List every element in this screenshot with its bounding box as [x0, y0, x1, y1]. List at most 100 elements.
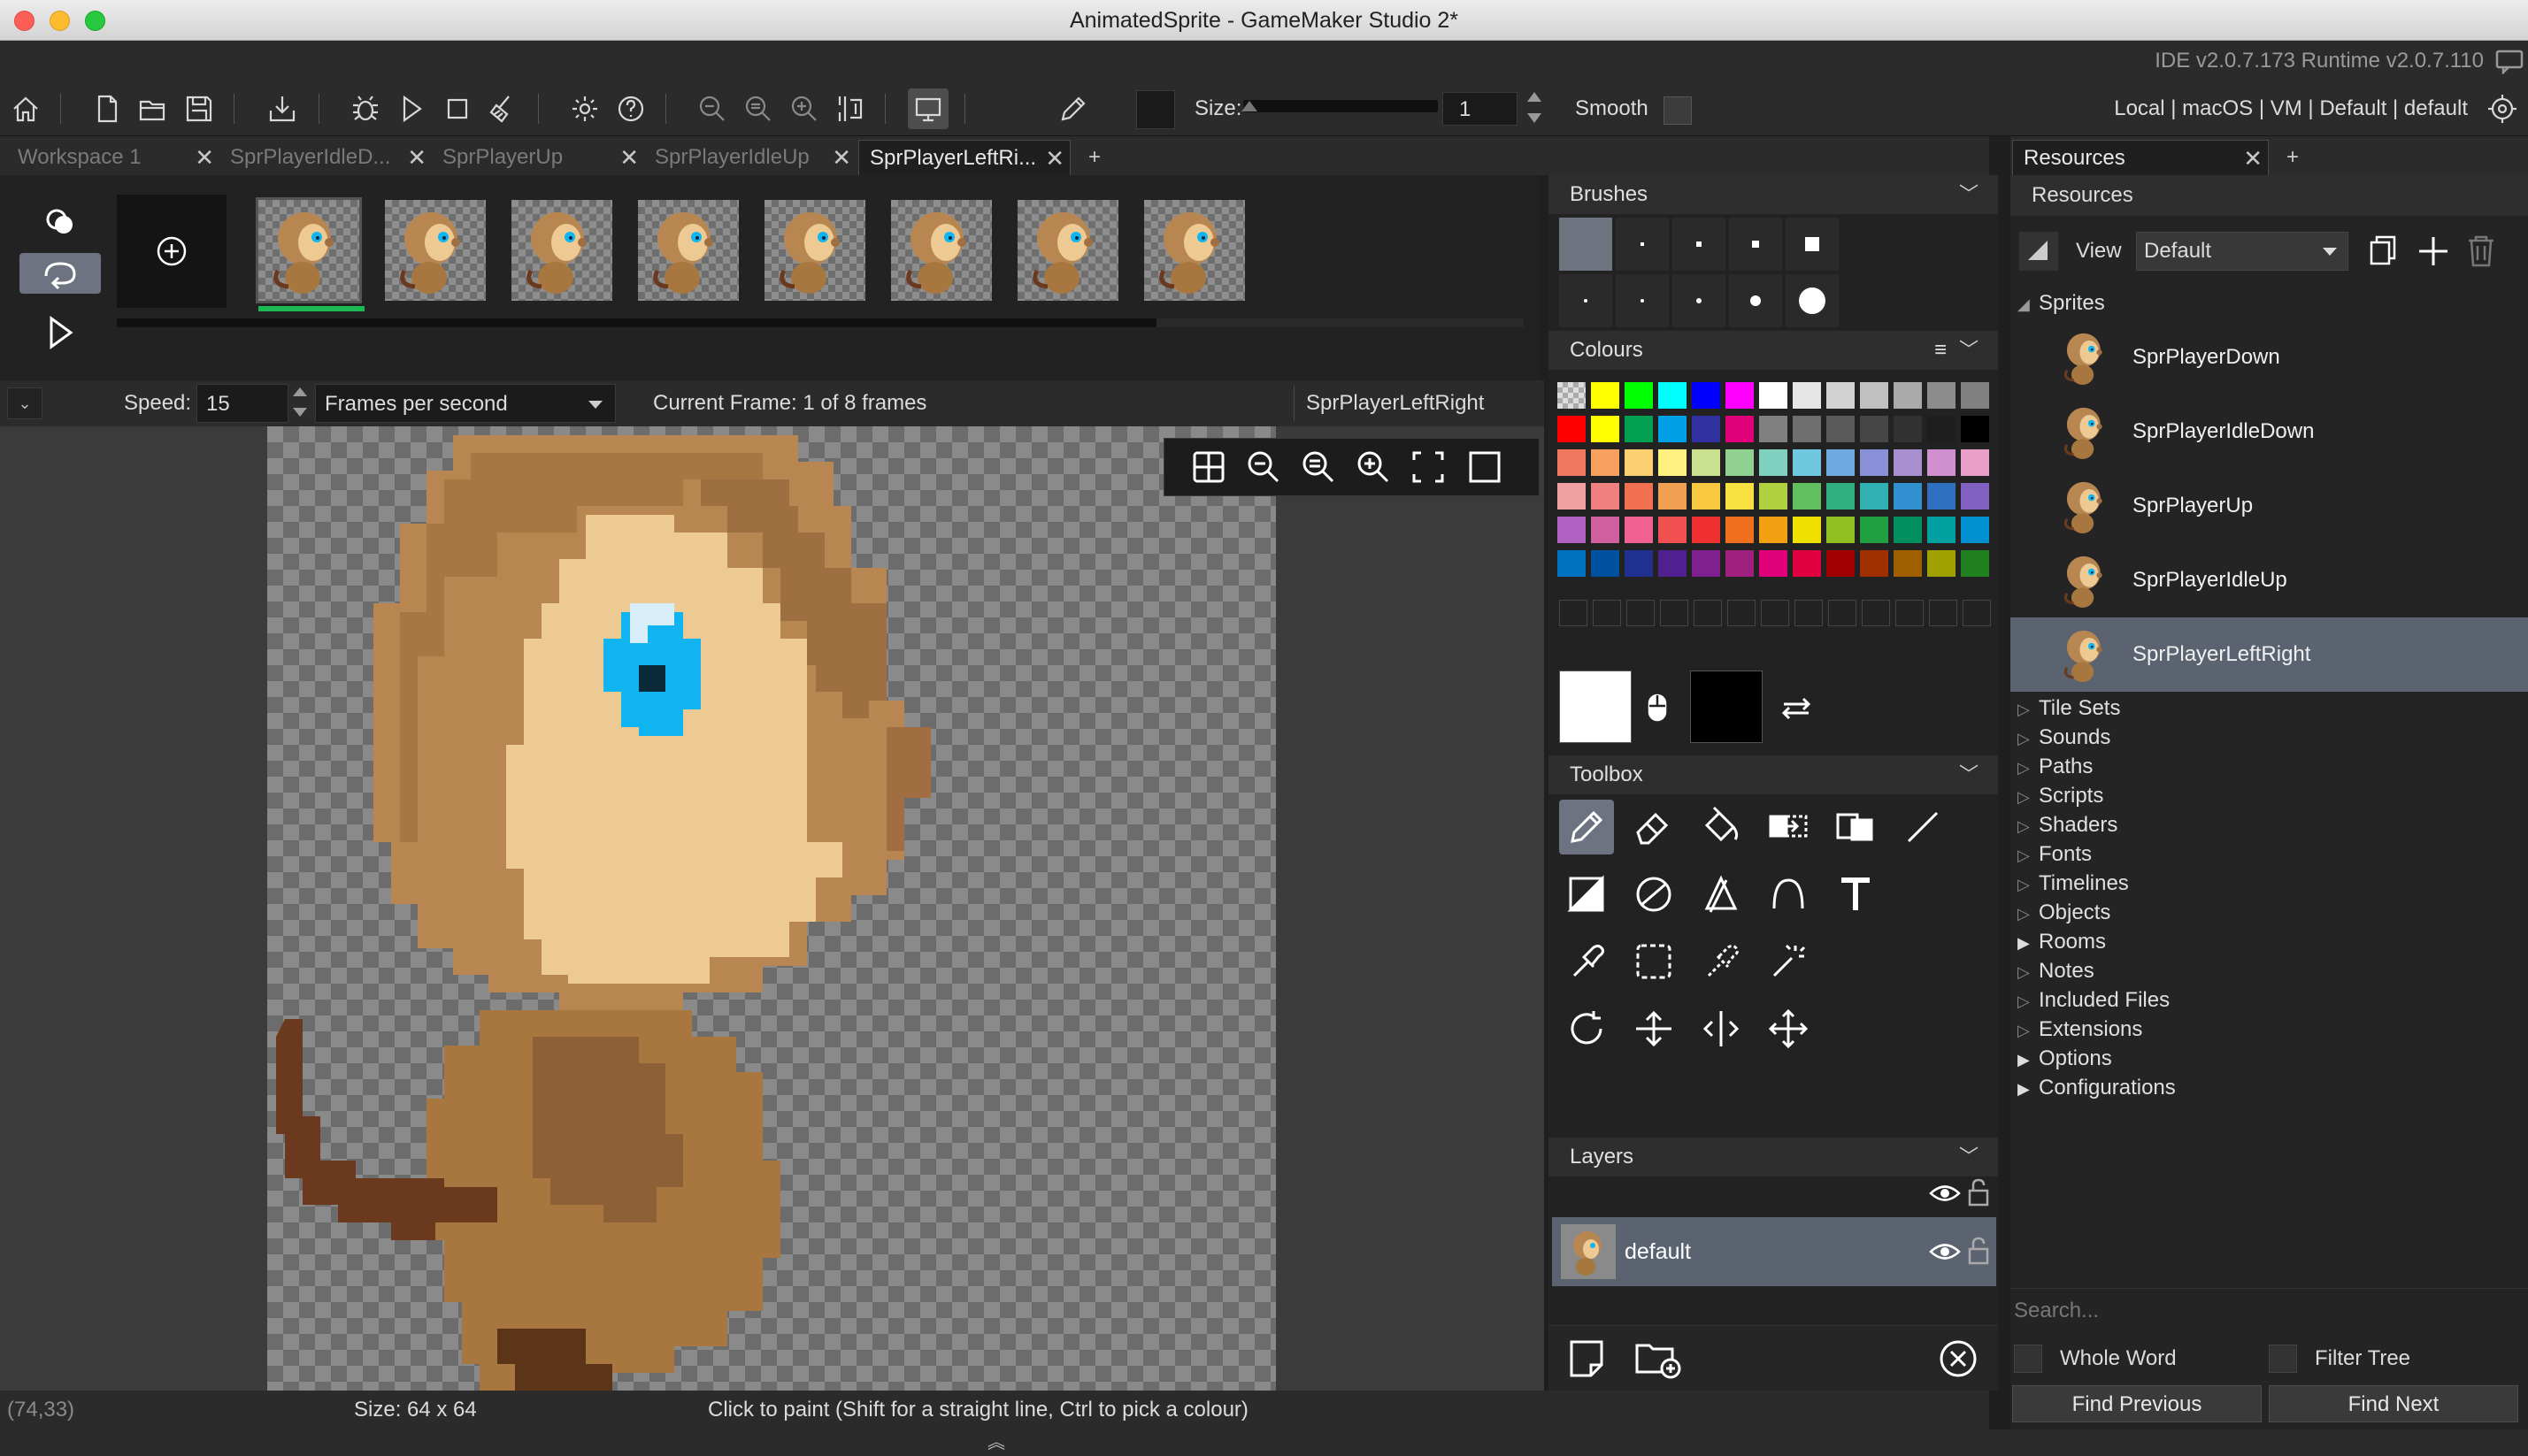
- colour-swatch[interactable]: [1625, 449, 1653, 476]
- colour-swatch[interactable]: [1927, 416, 1956, 442]
- resource-group-paths[interactable]: ▷ Paths: [2017, 752, 2093, 781]
- smooth-checkbox[interactable]: [1664, 96, 1692, 125]
- frame-thumbnail[interactable]: [1018, 200, 1118, 301]
- colour-swatch[interactable]: [1557, 416, 1586, 442]
- empty-colour-slot[interactable]: [1794, 600, 1823, 626]
- visibility-all-icon[interactable]: [1929, 1180, 1961, 1207]
- colour-swatch[interactable]: [1927, 550, 1956, 577]
- colour-swatch[interactable]: [1658, 382, 1687, 409]
- colour-swatch[interactable]: [1793, 517, 1821, 543]
- collapse-tree-icon[interactable]: [2019, 232, 2058, 271]
- add-tab-button[interactable]: +: [1078, 140, 1113, 175]
- size-input[interactable]: 1: [1442, 92, 1518, 126]
- output-panel-toggle[interactable]: ︽: [0, 1429, 2528, 1456]
- colour-swatch[interactable]: [1793, 483, 1821, 510]
- ellipse-icon[interactable]: [1626, 867, 1681, 922]
- chevron-down-icon[interactable]: ﹀: [1959, 755, 1979, 794]
- close-tab-icon[interactable]: ✕: [407, 140, 426, 175]
- frame-thumbnail[interactable]: [638, 200, 739, 301]
- colour-swatch[interactable]: [1725, 550, 1754, 577]
- copy-resource-icon[interactable]: [2366, 234, 2401, 269]
- add-tab-button[interactable]: +: [2276, 140, 2311, 175]
- colour-swatch[interactable]: [1793, 416, 1821, 442]
- colour-swatch[interactable]: [1658, 416, 1687, 442]
- resource-group-options[interactable]: ▶ Options: [2017, 1044, 2112, 1073]
- colour-swatch[interactable]: [1961, 483, 1989, 510]
- tab-sprplayeridledown[interactable]: SprPlayerIdleD... ✕: [219, 140, 432, 175]
- zoom-reset-icon[interactable]: [738, 88, 779, 129]
- empty-colour-slot[interactable]: [1559, 600, 1587, 626]
- fit-view-icon[interactable]: [830, 88, 871, 129]
- colour-swatch[interactable]: [1591, 550, 1619, 577]
- colour-swatch[interactable]: [1894, 517, 1922, 543]
- brush-option[interactable]: [1729, 218, 1782, 271]
- colour-swatch[interactable]: [1927, 517, 1956, 543]
- chat-icon[interactable]: [2494, 48, 2524, 76]
- empty-colour-slot[interactable]: [1593, 600, 1621, 626]
- size-slider[interactable]: [1241, 100, 1438, 112]
- empty-colour-slot[interactable]: [1694, 600, 1722, 626]
- debug-icon[interactable]: [345, 88, 386, 129]
- target-settings-icon[interactable]: [2482, 88, 2523, 129]
- move-icon[interactable]: [1761, 1001, 1816, 1056]
- brush-option[interactable]: [1616, 274, 1669, 327]
- polygon-icon[interactable]: [1694, 867, 1748, 922]
- colour-swatch[interactable]: [1625, 416, 1653, 442]
- open-project-icon[interactable]: [133, 88, 173, 129]
- select-move-icon[interactable]: [1761, 800, 1816, 854]
- speed-unit-select[interactable]: Frames per second: [315, 384, 616, 423]
- colour-swatch[interactable]: [1894, 382, 1922, 409]
- colour-swatch[interactable]: [1625, 483, 1653, 510]
- colours-panel-header[interactable]: Colours ≡ ﹀: [1548, 331, 1998, 370]
- colour-swatch[interactable]: [1860, 416, 1888, 442]
- colour-swatch[interactable]: [1894, 449, 1922, 476]
- zoom-reset-icon[interactable]: [1299, 448, 1338, 487]
- frame-thumbnail[interactable]: [1144, 200, 1245, 301]
- colour-swatch[interactable]: [1826, 483, 1855, 510]
- colour-swatch[interactable]: [1692, 483, 1720, 510]
- loop-icon[interactable]: [19, 253, 101, 294]
- empty-colour-slot[interactable]: [1828, 600, 1856, 626]
- resource-group-shaders[interactable]: ▷ Shaders: [2017, 810, 2117, 839]
- brush-option[interactable]: [1559, 274, 1612, 327]
- export-icon[interactable]: [262, 88, 303, 129]
- colour-swatch[interactable]: [1860, 449, 1888, 476]
- text-icon[interactable]: [1828, 867, 1883, 922]
- empty-colour-slot[interactable]: [1660, 600, 1688, 626]
- colour-swatch[interactable]: [1759, 550, 1787, 577]
- search-input[interactable]: Search...: [2010, 1288, 2528, 1332]
- tab-sprplayerup[interactable]: SprPlayerUp ✕: [432, 140, 644, 175]
- colour-swatch[interactable]: [1826, 382, 1855, 409]
- colour-swatch[interactable]: [1725, 517, 1754, 543]
- sprite-canvas[interactable]: [267, 426, 1276, 1391]
- colour-swatch[interactable]: [1826, 517, 1855, 543]
- add-layer-icon[interactable]: [1564, 1337, 1609, 1381]
- onion-skin-icon[interactable]: [41, 202, 80, 241]
- sprite-resource-item[interactable]: SprPlayerLeftRight: [2010, 617, 2528, 692]
- colour-swatch[interactable]: [1860, 550, 1888, 577]
- colour-swatch[interactable]: [1692, 382, 1720, 409]
- colour-swatch[interactable]: [1557, 483, 1586, 510]
- colour-swatch[interactable]: [1625, 382, 1653, 409]
- lasso-select-icon[interactable]: [1694, 934, 1748, 989]
- sprite-resource-item[interactable]: SprPlayerDown: [2010, 320, 2528, 395]
- help-icon[interactable]: [611, 88, 651, 129]
- resource-group-objects[interactable]: ▷ Objects: [2017, 898, 2110, 927]
- background-toggle-icon[interactable]: [1465, 448, 1510, 487]
- expand-up-icon[interactable]: ︽: [987, 1433, 1005, 1452]
- colour-swatch[interactable]: [1860, 483, 1888, 510]
- clean-icon[interactable]: [483, 88, 524, 129]
- colour-swatch[interactable]: [1793, 449, 1821, 476]
- brush-option[interactable]: [1729, 274, 1782, 327]
- colour-swatch[interactable]: [1961, 517, 1989, 543]
- colour-swatch[interactable]: [1927, 483, 1956, 510]
- brush-option[interactable]: [1672, 218, 1725, 271]
- empty-colour-slot[interactable]: [1963, 600, 1991, 626]
- colour-swatch[interactable]: [1725, 483, 1754, 510]
- colour-swatch[interactable]: [1591, 416, 1619, 442]
- sprite-resource-item[interactable]: SprPlayerIdleUp: [2010, 543, 2528, 617]
- layers-panel-header[interactable]: Layers ﹀: [1548, 1138, 1998, 1176]
- colour-swatch[interactable]: [1591, 483, 1619, 510]
- colour-swatch[interactable]: [1894, 483, 1922, 510]
- brush-option[interactable]: [1672, 274, 1725, 327]
